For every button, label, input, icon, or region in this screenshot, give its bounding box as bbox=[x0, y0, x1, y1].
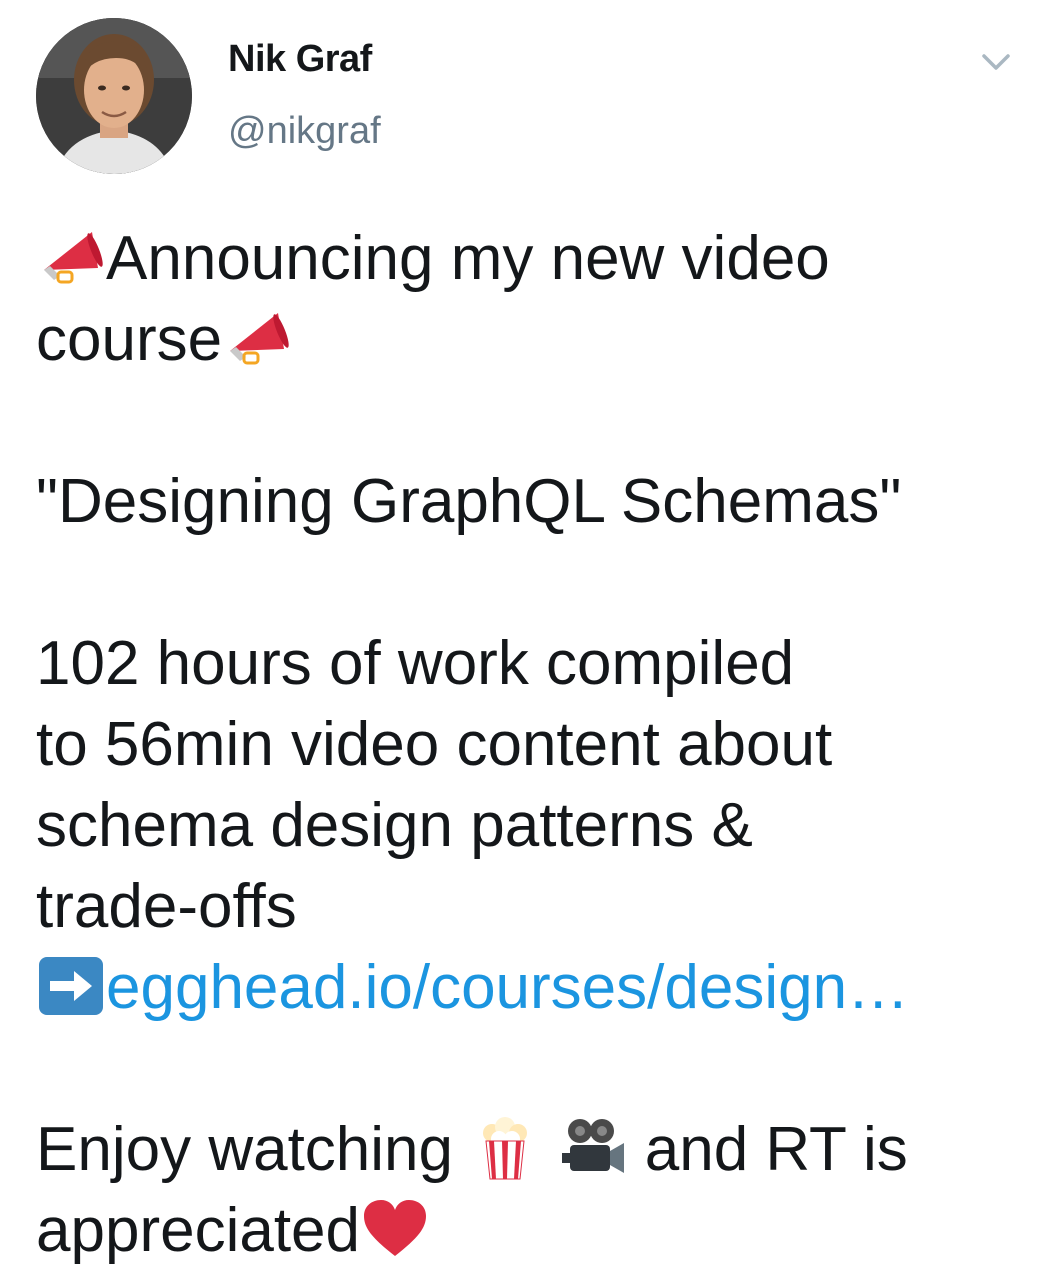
rt-text: and RT is bbox=[644, 1115, 908, 1184]
course-link[interactable]: egghead.io/courses/design… bbox=[106, 953, 909, 1022]
chevron-down-icon[interactable] bbox=[976, 42, 1016, 82]
text-line: trade-offs bbox=[36, 872, 297, 941]
popcorn-icon bbox=[470, 1113, 540, 1183]
course-title: "Designing GraphQL Schemas" bbox=[36, 467, 902, 536]
text-line: Enjoy watching and RT is bbox=[36, 1109, 1026, 1190]
avatar[interactable] bbox=[36, 18, 192, 174]
author-name[interactable]: Nik Graf bbox=[228, 38, 372, 81]
author-handle[interactable]: @nikgraf bbox=[228, 110, 381, 153]
text-line: 102 hours of work compiled bbox=[36, 629, 795, 698]
announce-text: Announcing my new video bbox=[106, 224, 830, 293]
text-line: course bbox=[36, 299, 1026, 380]
enjoy-text: Enjoy watching bbox=[36, 1115, 454, 1184]
text-line: Announcing my new video bbox=[36, 218, 1026, 299]
text-line: schema design patterns & bbox=[36, 791, 753, 860]
text-line: to 56min video content about bbox=[36, 710, 833, 779]
tweet: Nik Graf @nikgraf Announcing my new vide… bbox=[0, 0, 1046, 1280]
link-line: egghead.io/courses/design… bbox=[36, 947, 1026, 1028]
course-text: course bbox=[36, 305, 223, 374]
megaphone-icon bbox=[222, 303, 292, 373]
megaphone-icon bbox=[36, 222, 106, 292]
movie-camera-icon bbox=[558, 1113, 628, 1183]
text-line: appreciated bbox=[36, 1190, 1026, 1271]
tweet-text: Announcing my new video course "Designin… bbox=[36, 218, 1026, 1271]
heart-icon bbox=[360, 1194, 430, 1264]
right-arrow-icon bbox=[36, 951, 106, 1021]
appreciated-text: appreciated bbox=[36, 1196, 361, 1265]
